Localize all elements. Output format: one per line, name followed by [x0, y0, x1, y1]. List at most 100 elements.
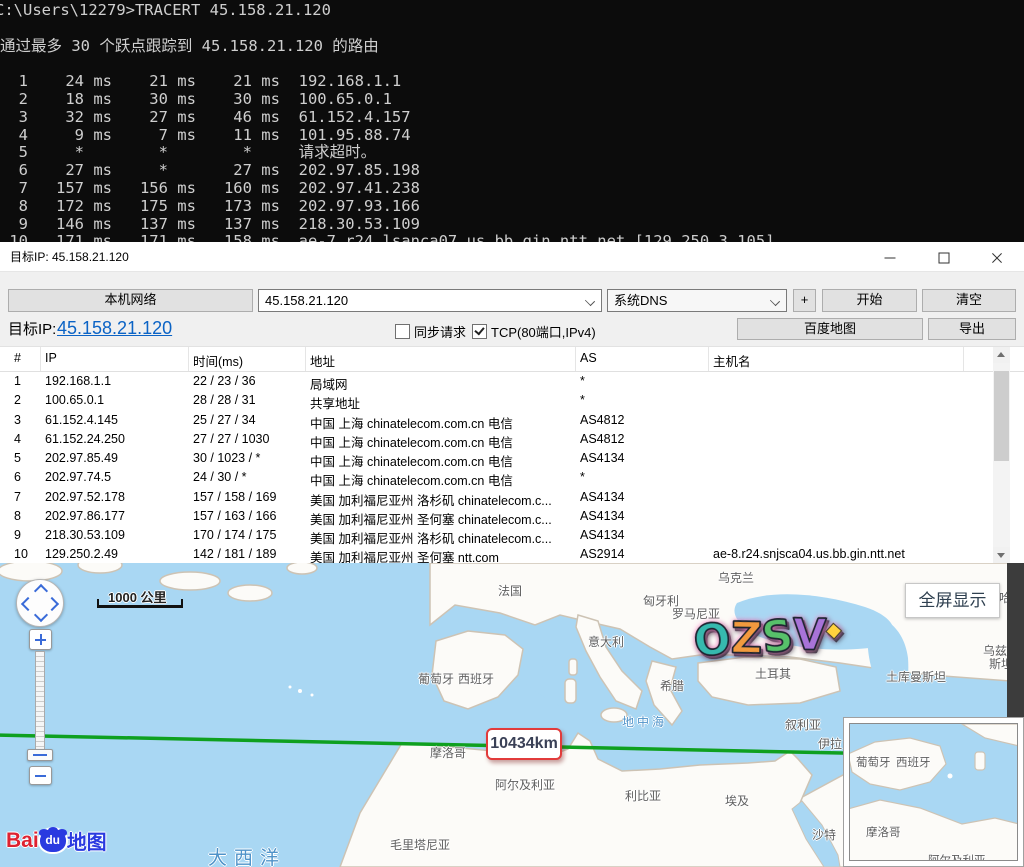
table-row[interactable]: 9218.30.53.109170 / 174 / 175美国 加利福尼亚州 洛…: [0, 526, 1024, 545]
chevron-down-icon: [585, 296, 595, 306]
sticker-letter: S: [759, 612, 795, 661]
map-label: 摩洛哥: [430, 744, 466, 761]
table-cell: 202.97.52.178: [45, 490, 190, 504]
table-cell: *: [580, 470, 710, 484]
export-button[interactable]: 导出: [928, 318, 1016, 340]
table-cell: 中国 上海 chinatelecom.com.cn 电信: [310, 470, 577, 489]
table-cell: 7: [14, 490, 42, 504]
table-row[interactable]: 10129.250.2.49142 / 181 / 189美国 加利福尼亚州 圣…: [0, 545, 1024, 563]
baidu-paw-icon: du: [40, 829, 66, 852]
table-row[interactable]: 8202.97.86.177157 / 163 / 166美国 加利福尼亚州 圣…: [0, 507, 1024, 526]
dns-combobox[interactable]: 系统DNS: [607, 289, 787, 312]
header-ip[interactable]: IP: [45, 351, 57, 365]
start-button[interactable]: 开始: [822, 289, 917, 312]
target-ip-combobox[interactable]: 45.158.21.120: [258, 289, 602, 312]
map-label: 叙利亚: [785, 716, 821, 733]
terminal-output: C:\Users\12279>TRACERT 45.158.21.120 通过最…: [0, 0, 1024, 242]
table-cell: 202.97.86.177: [45, 509, 190, 523]
table-cell: 157 / 163 / 166: [193, 509, 307, 523]
map-label: 葡萄牙: [418, 670, 454, 687]
table-cell: 129.250.2.49: [45, 547, 190, 561]
table-cell: 10: [14, 547, 42, 561]
window-title: 目标IP: 45.158.21.120: [10, 244, 129, 271]
scrollbar-thumb[interactable]: [994, 371, 1009, 461]
table-cell: AS4134: [580, 490, 710, 504]
zoom-slider-thumb[interactable]: [27, 749, 53, 761]
table-row[interactable]: 6202.97.74.524 / 30 / *中国 上海 chinateleco…: [0, 468, 1024, 487]
header-as[interactable]: AS: [580, 351, 597, 365]
table-cell: 共享地址: [310, 393, 577, 412]
map-label: 阿尔及利亚: [928, 852, 986, 861]
table-cell: 192.168.1.1: [45, 374, 190, 388]
zoom-in-button[interactable]: [29, 629, 52, 650]
table-cell: 157 / 158 / 169: [193, 490, 307, 504]
table-cell: 202.97.74.5: [45, 470, 190, 484]
header-time[interactable]: 时间(ms): [193, 351, 243, 370]
map-label: 毛里塔尼亚: [390, 836, 450, 853]
maximize-icon: [939, 252, 950, 263]
fullscreen-button[interactable]: 全屏显示: [905, 583, 1000, 618]
pan-down-icon[interactable]: [34, 608, 48, 622]
table-cell: 142 / 181 / 189: [193, 547, 307, 561]
pan-up-icon[interactable]: [34, 584, 48, 598]
table-row[interactable]: 2100.65.0.128 / 28 / 31共享地址*: [0, 391, 1024, 410]
target-ip-link[interactable]: 45.158.21.120: [57, 315, 172, 341]
header-num[interactable]: #: [14, 351, 21, 365]
table-row[interactable]: 1192.168.1.122 / 23 / 36局域网*: [0, 372, 1024, 391]
header-hostname[interactable]: 主机名: [713, 351, 751, 370]
tcp-port-checkbox[interactable]: TCP(80端口,IPv4): [472, 322, 596, 341]
map-pan-control[interactable]: [16, 579, 64, 627]
overview-inset-map[interactable]: 葡萄牙西班牙摩洛哥阿尔及利亚: [843, 717, 1024, 867]
scroll-up-button[interactable]: [993, 347, 1010, 363]
sticker-letter: V: [792, 612, 826, 659]
zoom-slider-track[interactable]: [35, 651, 45, 753]
baidu-logo-ditu: 地图: [67, 826, 107, 855]
table-cell: 9: [14, 528, 42, 542]
close-button[interactable]: [974, 244, 1020, 271]
table-cell: 218.30.53.109: [45, 528, 190, 542]
app-titlebar: 目标IP: 45.158.21.120: [0, 244, 1024, 272]
dns-value: 系统DNS: [614, 293, 667, 308]
table-row[interactable]: 461.152.24.25027 / 27 / 1030中国 上海 chinat…: [0, 430, 1024, 449]
clear-button[interactable]: 清空: [922, 289, 1016, 312]
table-cell: 5: [14, 451, 42, 465]
header-address[interactable]: 地址: [310, 351, 335, 370]
table-cell: 8: [14, 509, 42, 523]
minimize-button[interactable]: [867, 244, 913, 271]
table-scrollbar[interactable]: [993, 347, 1010, 563]
target-ip-label: 目标IP:: [8, 318, 56, 342]
sticker-letter: O: [691, 615, 733, 665]
map-label: 葡萄牙: [856, 754, 891, 770]
table-cell: ae-8.r24.snjsca04.us.bb.gin.ntt.net: [713, 547, 968, 561]
add-button[interactable]: +: [793, 289, 816, 312]
table-cell: *: [580, 374, 710, 388]
sync-request-checkbox[interactable]: 同步请求: [395, 322, 466, 341]
table-cell: 美国 加利福尼亚州 洛杉矶 chinatelecom.c...: [310, 528, 577, 547]
table-cell: 202.97.85.49: [45, 451, 190, 465]
map-label: 希腊: [660, 677, 684, 694]
zoom-out-button[interactable]: [29, 766, 52, 785]
baidu-logo-bai: Bai: [6, 829, 39, 853]
checkbox-unchecked-icon: [395, 324, 410, 339]
table-row[interactable]: 5202.97.85.4930 / 1023 / *中国 上海 chinatel…: [0, 449, 1024, 468]
map-label: 摩洛哥: [866, 824, 901, 840]
ozsv-sticker: OZSV: [693, 612, 827, 665]
table-cell: 27 / 27 / 1030: [193, 432, 307, 446]
sync-request-label: 同步请求: [414, 322, 466, 341]
table-row[interactable]: 361.152.4.14525 / 27 / 34中国 上海 chinatele…: [0, 411, 1024, 430]
maximize-button[interactable]: [921, 244, 967, 271]
baidu-map-canvas[interactable]: 法国乌克兰匈牙利罗马尼亚意大利希腊土耳其葡萄牙西班牙哈乌兹别斯坦土库曼斯坦地中海…: [0, 563, 1024, 867]
scale-text: 1000 公里: [108, 587, 167, 606]
pan-right-icon[interactable]: [45, 597, 59, 611]
scroll-down-button[interactable]: [993, 547, 1010, 563]
table-cell: 4: [14, 432, 42, 446]
table-cell: AS4134: [580, 509, 710, 523]
table-cell: *: [580, 393, 710, 407]
baidu-map-button[interactable]: 百度地图: [737, 318, 923, 340]
tcp-port-label: TCP(80端口,IPv4): [491, 322, 596, 341]
inset-map-svg: [850, 724, 1018, 861]
local-network-button[interactable]: 本机网络: [8, 289, 253, 312]
table-row[interactable]: 7202.97.52.178157 / 158 / 169美国 加利福尼亚州 洛…: [0, 488, 1024, 507]
pan-left-icon[interactable]: [21, 597, 35, 611]
map-label: 地中海: [622, 713, 667, 730]
